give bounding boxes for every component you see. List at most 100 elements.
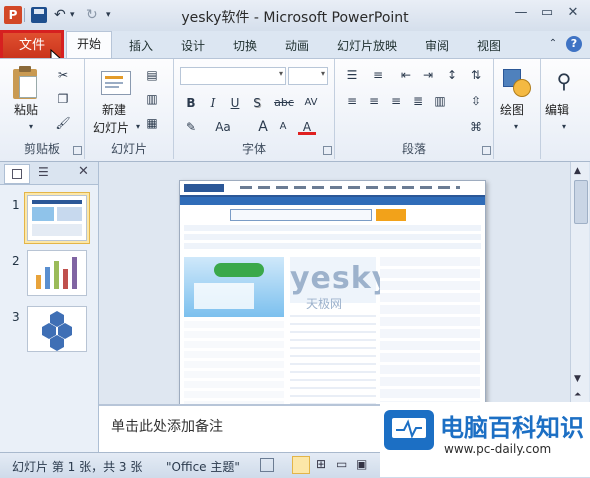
minimize-ribbon-icon[interactable]: ⌃ — [546, 37, 560, 51]
font-name-dropdown-icon[interactable]: ▾ — [279, 69, 283, 78]
paragraph-launcher-icon[interactable] — [482, 146, 491, 155]
tab-view[interactable]: 视图 — [477, 37, 501, 54]
slide-count-status: 幻灯片 第 1 张，共 3 张 — [12, 460, 143, 474]
align-right-icon[interactable]: ≡ — [387, 93, 405, 109]
shapes-icon[interactable] — [501, 67, 531, 97]
slide-number-1: 1 — [12, 198, 20, 212]
shadow-button[interactable]: S — [248, 95, 266, 111]
normal-view-icon[interactable] — [292, 456, 310, 474]
font-color-button[interactable]: A — [298, 119, 316, 135]
title-bar: P ↶ ▾ ↻ ▾ yesky软件 - Microsoft PowerPoint… — [0, 0, 590, 32]
paste-button[interactable] — [10, 65, 42, 101]
current-slide[interactable]: yesky 天极网 — [179, 180, 486, 408]
format-painter-icon[interactable]: 🖌 — [54, 115, 72, 131]
tab-slideshow[interactable]: 幻灯片放映 — [337, 37, 397, 54]
tab-transitions[interactable]: 切换 — [233, 37, 257, 54]
bold-button[interactable]: B — [182, 95, 200, 111]
close-icon[interactable]: ✕ — [562, 4, 584, 22]
drawing-dropdown-icon[interactable]: ▾ — [507, 119, 525, 135]
site-left-list — [184, 321, 284, 407]
copy-icon[interactable]: ❐ — [54, 91, 72, 107]
reset-icon[interactable]: ▥ — [143, 91, 161, 107]
new-slide-button[interactable] — [99, 67, 131, 95]
tab-animations[interactable]: 动画 — [285, 37, 309, 54]
minimize-icon[interactable]: — — [510, 4, 532, 22]
strikethrough-button[interactable]: abc — [272, 95, 296, 111]
smartart-icon[interactable]: ⌘ — [467, 119, 485, 135]
slide-thumb-1[interactable] — [27, 195, 87, 241]
site-search-button — [376, 209, 406, 221]
tab-home[interactable]: 开始 — [66, 31, 112, 58]
justify-icon[interactable]: ≣ — [409, 93, 427, 109]
slide-thumb-3[interactable] — [27, 306, 87, 352]
slide-editing-area: yesky 天极网 — [99, 162, 570, 408]
editing-label: 编辑 — [545, 103, 570, 117]
increase-indent-icon[interactable]: ⇥ — [419, 67, 437, 83]
text-effects-icon[interactable]: ✎ — [182, 119, 200, 135]
tab-review[interactable]: 审阅 — [425, 37, 449, 54]
change-case-button[interactable]: Aa — [212, 119, 234, 135]
watermark-name: 电脑百科知识 — [440, 414, 584, 442]
grow-font-button[interactable]: A — [254, 119, 272, 135]
editing-dropdown-icon[interactable]: ▾ — [555, 119, 573, 135]
bullets-icon[interactable]: ☰ — [343, 67, 361, 83]
notes-placeholder: 单击此处添加备注 — [111, 419, 223, 435]
scroll-up-icon[interactable]: ▲ — [574, 166, 581, 176]
scroll-thumb[interactable] — [574, 180, 588, 224]
text-direction-icon[interactable]: ⇅ — [467, 67, 485, 83]
line-spacing-icon[interactable]: ↕ — [443, 67, 461, 83]
font-size-combo[interactable]: ▾ — [288, 67, 328, 85]
tab-insert[interactable]: 插入 — [129, 37, 153, 54]
site-search — [230, 209, 372, 221]
pane-tabs: ☰ ✕ — [0, 162, 98, 185]
tab-design[interactable]: 设计 — [181, 37, 205, 54]
slide-thumb-2[interactable] — [27, 250, 87, 296]
reading-view-icon[interactable]: ▭ — [336, 457, 347, 471]
help-icon[interactable]: ? — [566, 36, 582, 52]
site-nav — [180, 197, 485, 205]
theme-status[interactable]: "Office 主题" — [166, 458, 240, 475]
slide-sorter-icon[interactable]: ⊞ — [316, 457, 326, 471]
decrease-indent-icon[interactable]: ⇤ — [397, 67, 415, 83]
close-pane-icon[interactable]: ✕ — [78, 164, 89, 179]
character-spacing-button[interactable]: AV — [300, 95, 322, 111]
slide-number-3: 3 — [12, 310, 20, 324]
slideshow-view-icon[interactable]: ▣ — [356, 457, 367, 471]
scroll-down-icon[interactable]: ▼ — [574, 374, 581, 384]
language-icon[interactable] — [260, 458, 274, 472]
align-center-icon[interactable]: ≡ — [365, 93, 383, 109]
window-title: yesky软件 - Microsoft PowerPoint — [181, 10, 409, 26]
maximize-icon[interactable]: ▭ — [536, 4, 558, 22]
monitor-logo-icon — [384, 410, 434, 450]
site-watermark: 电脑百科知识 www.pc-daily.com — [380, 402, 590, 477]
outline-tab-icon[interactable]: ☰ — [38, 165, 49, 179]
section-icon[interactable]: ▦ — [143, 115, 161, 131]
previous-slide-icon[interactable]: ⏶ — [574, 390, 581, 400]
numbering-icon[interactable]: ≡ — [369, 67, 387, 83]
find-icon[interactable]: ⚲ — [550, 67, 578, 95]
font-name-combo[interactable]: ▾ — [180, 67, 286, 85]
underline-button[interactable]: U — [226, 95, 244, 111]
site-link-block — [184, 225, 481, 251]
align-left-icon[interactable]: ≡ — [343, 93, 361, 109]
drawing-label: 绘图 — [500, 103, 525, 117]
slides-tab[interactable] — [4, 164, 30, 184]
slides-pane: ☰ ✕ 1 2 3 — [0, 162, 99, 452]
watermark-url: www.pc-daily.com — [444, 442, 552, 456]
new-slide-label-2: 幻灯片 — [93, 121, 130, 135]
columns-icon[interactable]: ▥ — [431, 93, 449, 109]
font-launcher-icon[interactable] — [323, 146, 332, 155]
slides-group-label: 幻灯片 — [110, 142, 147, 156]
clipboard-group-label: 剪贴板 — [23, 142, 60, 156]
layout-icon[interactable]: ▤ — [143, 67, 161, 83]
clipboard-launcher-icon[interactable] — [73, 146, 82, 155]
italic-button[interactable]: I — [204, 95, 222, 111]
font-size-dropdown-icon[interactable]: ▾ — [321, 69, 325, 78]
slides-group: 新建 幻灯片 ▾ ▤ ▥ ▦ 幻灯片 — [85, 59, 174, 159]
shrink-font-button[interactable]: A — [274, 119, 292, 135]
align-text-icon[interactable]: ⇳ — [467, 93, 485, 109]
cut-icon[interactable]: ✂ — [54, 67, 72, 83]
paste-dropdown-icon[interactable]: ▾ — [22, 119, 40, 135]
ribbon: 粘贴 ▾ ✂ ❐ 🖌 剪贴板 新建 幻灯片 ▾ ▤ ▥ ▦ 幻灯片 ▾ ▾ B … — [0, 58, 590, 162]
paste-label: 粘贴 — [14, 103, 39, 117]
